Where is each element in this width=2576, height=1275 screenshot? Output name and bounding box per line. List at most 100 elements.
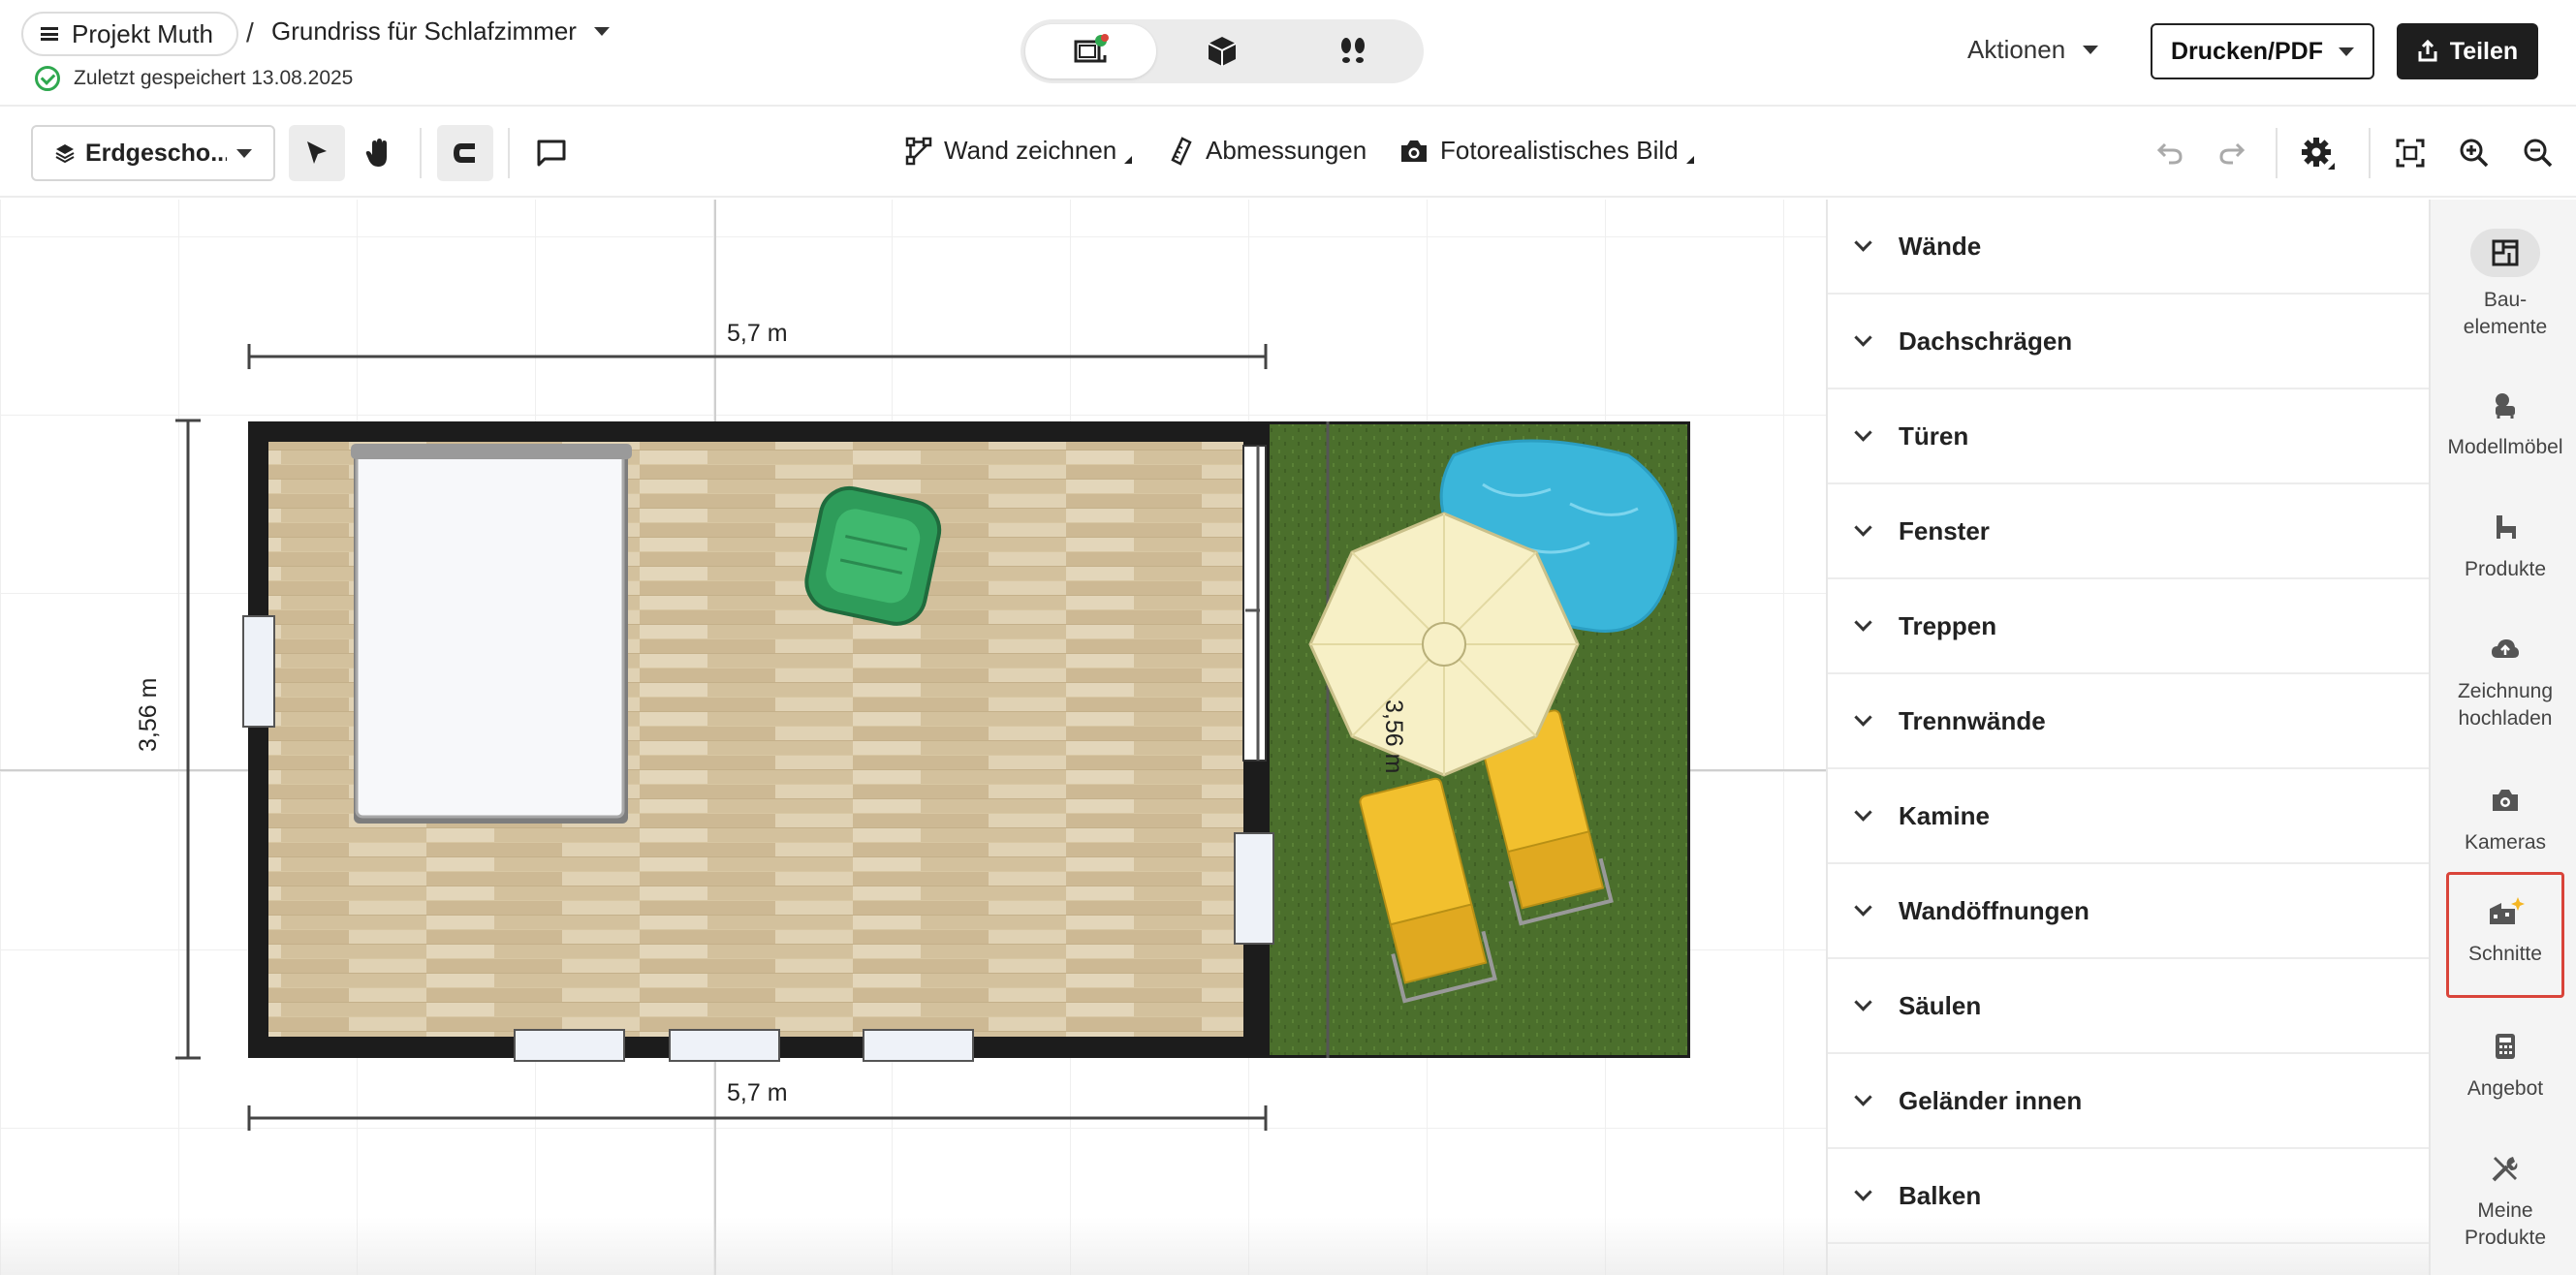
- view-2d-button[interactable]: [1025, 24, 1157, 78]
- chevron-down-icon: [1854, 233, 1872, 252]
- chevron-down-icon: [1854, 517, 1872, 537]
- comment-icon: [537, 140, 566, 167]
- rail-label-line2: Produkte: [2464, 1227, 2547, 1249]
- redo-icon: [2219, 142, 2246, 165]
- gear-icon: [2302, 138, 2335, 170]
- calculator-icon: [2483, 1027, 2528, 1066]
- category-label: Fenster: [1899, 515, 1990, 545]
- building-elements-panel: Wände Dachschrägen Türen Fenster Treppen…: [1826, 200, 2429, 1275]
- cube-3d-icon: [1208, 37, 1237, 66]
- chevron-down-icon: [1854, 327, 1872, 347]
- rail-quote[interactable]: Angebot: [2446, 1027, 2564, 1103]
- chevron-down-icon: [1854, 1087, 1872, 1106]
- photorealistic-image-label: Fotorealistisches Bild: [1440, 136, 1679, 165]
- category-label: Balken: [1899, 1180, 1982, 1210]
- zoom-out-button[interactable]: [2510, 125, 2566, 181]
- submenu-indicator-icon: [1685, 155, 1694, 164]
- plan-title: Grundriss für Schlafzimmer: [271, 16, 577, 46]
- rail-products[interactable]: Produkte: [2446, 508, 2564, 583]
- category-label: Wände: [1899, 231, 1982, 261]
- category-stairs[interactable]: Treppen: [1828, 579, 2429, 674]
- sofa-icon: [2483, 508, 2528, 546]
- category-label: Trennwände: [1899, 705, 2046, 735]
- category-label: Kamine: [1899, 800, 1990, 830]
- check-circle-icon: [35, 66, 60, 91]
- dimension-left-label: 3,56 m: [135, 677, 162, 752]
- dimensions-button[interactable]: Abmessungen: [1169, 136, 1367, 166]
- rail-cameras[interactable]: Kameras: [2446, 781, 2564, 856]
- photorealistic-image-button[interactable]: Fotorealistisches Bild: [1399, 136, 1694, 166]
- select-tool-button[interactable]: [289, 125, 345, 181]
- tools-icon: [2483, 1149, 2528, 1188]
- rail-model-furniture[interactable]: Modellmöbel: [2446, 386, 2564, 461]
- print-pdf-button[interactable]: Drucken/PDF: [2151, 23, 2374, 79]
- dimension-bottom-label: 5,7 m: [727, 1079, 788, 1106]
- floorplan-drawing: [0, 200, 1826, 1275]
- rail-label: Modellmöbel: [2447, 436, 2563, 458]
- rail-sections[interactable]: Schnitte: [2446, 872, 2564, 998]
- toolbar-divider: [2276, 128, 2278, 178]
- save-status: Zuletzt gespeichert 13.08.2025: [35, 66, 353, 91]
- share-button[interactable]: Teilen: [2397, 23, 2538, 79]
- snap-magnet-button[interactable]: [437, 125, 493, 181]
- floor-select-label: Erdgescho...: [85, 139, 227, 167]
- category-fireplaces[interactable]: Kamine: [1828, 769, 2429, 864]
- category-windows[interactable]: Fenster: [1828, 484, 2429, 579]
- rail-label-line2: elemente: [2463, 316, 2548, 338]
- rail-label: Angebot: [2466, 1077, 2544, 1100]
- redo-button[interactable]: [2204, 125, 2260, 181]
- category-roof-slopes[interactable]: Dachschrägen: [1828, 295, 2429, 389]
- category-label: Wandöffnungen: [1899, 895, 2089, 925]
- bed: [351, 444, 632, 824]
- category-beams[interactable]: Balken: [1828, 1149, 2429, 1244]
- walkthrough-button[interactable]: [1288, 24, 1419, 78]
- category-label: Geländer innen: [1899, 1085, 2083, 1115]
- hand-icon: [365, 139, 387, 167]
- footsteps-icon: [1341, 38, 1366, 63]
- rail-label: Produkte: [2464, 558, 2547, 580]
- camera-icon: [2483, 781, 2528, 820]
- category-columns[interactable]: Säulen: [1828, 959, 2429, 1054]
- category-partition-walls[interactable]: Trennwände: [1828, 674, 2429, 769]
- category-wall-openings[interactable]: Wandöffnungen: [1828, 864, 2429, 959]
- rail-my-products[interactable]: Meine Produkte: [2446, 1149, 2564, 1252]
- fit-to-screen-button[interactable]: [2382, 125, 2438, 181]
- category-interior-railings[interactable]: Geländer innen: [1828, 1054, 2429, 1149]
- zoom-in-button[interactable]: [2446, 125, 2502, 181]
- view-3d-button[interactable]: [1156, 24, 1287, 78]
- actions-dropdown[interactable]: Aktionen: [1967, 35, 2099, 65]
- settings-button[interactable]: [2291, 125, 2347, 181]
- category-label: Treppen: [1899, 610, 1997, 640]
- save-status-text: Zuletzt gespeichert 13.08.2025: [74, 67, 354, 89]
- plan-title-dropdown[interactable]: Grundriss für Schlafzimmer: [271, 16, 610, 47]
- magnet-icon: [454, 143, 475, 163]
- dimension-top-label: 5,7 m: [727, 320, 788, 347]
- category-doors[interactable]: Türen: [1828, 389, 2429, 484]
- rail-label-line1: Meine: [2477, 1199, 2533, 1222]
- window: [514, 1029, 625, 1062]
- draw-wall-label: Wand zeichnen: [944, 136, 1117, 165]
- editor-toolbar: Erdgescho... Wand zeichnen Abmessungen F…: [0, 109, 2576, 198]
- fit-screen-icon: [2396, 139, 2425, 168]
- menu-icon: [41, 27, 58, 41]
- armchair: [804, 485, 942, 626]
- floor-select[interactable]: Erdgescho...: [31, 125, 275, 181]
- comment-tool-button[interactable]: [523, 125, 580, 181]
- floorplan-2d-icon: [1074, 34, 1109, 63]
- project-menu-button[interactable]: Projekt Muth: [21, 12, 238, 56]
- category-walls[interactable]: Wände: [1828, 200, 2429, 295]
- pan-tool-button[interactable]: [351, 125, 407, 181]
- rail-building-elements[interactable]: Bau- elemente: [2446, 229, 2564, 341]
- chevron-down-icon: [2083, 46, 2099, 54]
- toolbar-divider: [2369, 128, 2371, 178]
- chevron-down-icon: [1854, 802, 1872, 822]
- cursor-arrow-icon: [307, 141, 327, 164]
- top-header: Projekt Muth / Grundriss für Schlafzimme…: [0, 0, 2576, 107]
- floorplan-canvas[interactable]: 5,7 m 5,7 m 3,56 m 3,56 m: [0, 200, 1826, 1275]
- category-label: Säulen: [1899, 990, 1982, 1020]
- window: [242, 615, 275, 728]
- rail-upload-drawing[interactable]: Zeichnung hochladen: [2446, 630, 2564, 732]
- zoom-in-icon: [2460, 139, 2489, 168]
- undo-button[interactable]: [2142, 125, 2198, 181]
- draw-wall-button[interactable]: Wand zeichnen: [905, 136, 1133, 166]
